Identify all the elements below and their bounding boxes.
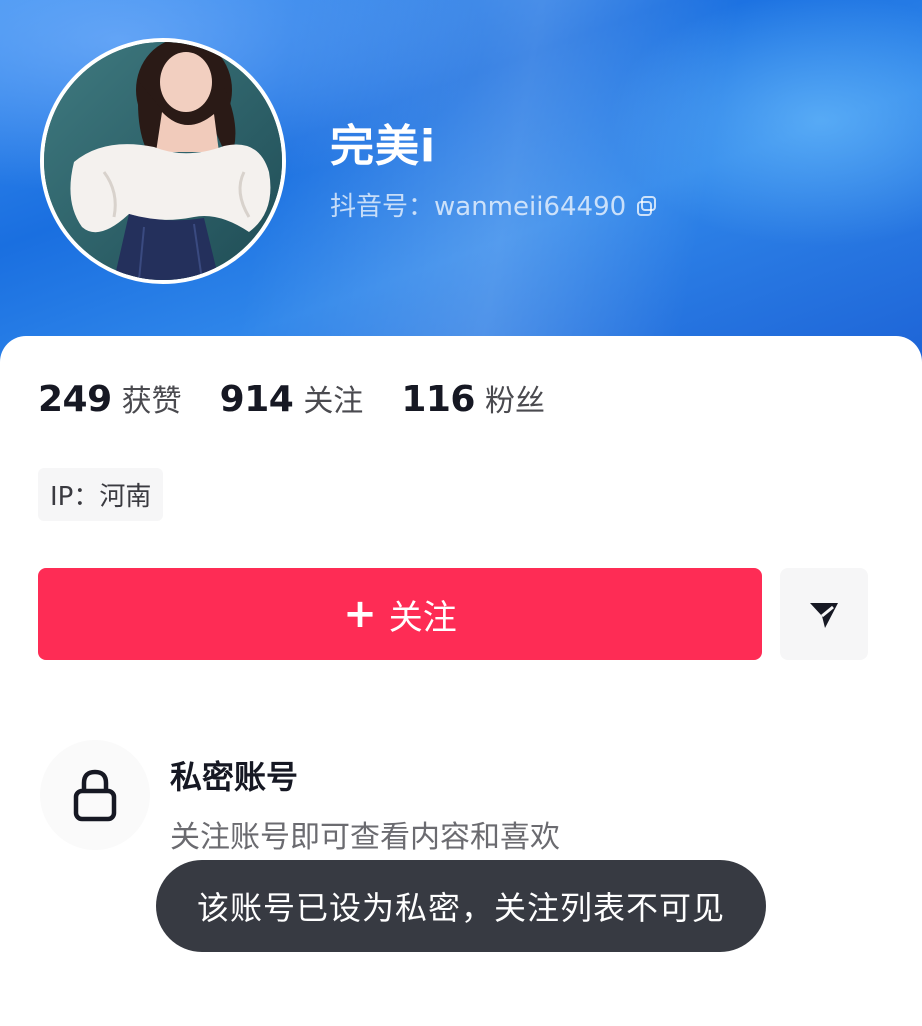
lock-badge	[40, 740, 150, 850]
send-message-button[interactable]	[780, 568, 868, 660]
stat-label: 获赞	[121, 384, 182, 419]
ip-location-tag: IP：河南	[38, 468, 164, 521]
stat-value: 914	[219, 379, 294, 420]
stat-label: 关注	[303, 384, 364, 419]
douyin-id-text: 抖音号：wanmeii64490	[330, 192, 627, 222]
plus-icon: +	[343, 591, 377, 637]
stat-value: 249	[38, 379, 112, 420]
douyin-id-row: 抖音号：wanmeii64490	[330, 186, 658, 223]
copy-icon[interactable]	[636, 194, 658, 216]
stat-likes[interactable]: 249 获赞	[38, 376, 182, 420]
profile-page: 完美i 抖音号：wanmeii64490 249 获赞 914 关注 116 粉…	[0, 0, 922, 1026]
username: 完美i	[330, 121, 437, 172]
follow-label: 关注	[388, 597, 457, 638]
stat-following[interactable]: 914 关注	[220, 376, 364, 420]
toast-message: 该账号已设为私密，关注列表不可见	[156, 860, 766, 952]
stats-row: 249 获赞 914 关注 116 粉丝	[38, 376, 583, 420]
send-arrow-icon	[810, 603, 838, 628]
private-account-title: 私密账号	[170, 758, 299, 796]
avatar[interactable]	[40, 38, 286, 284]
lock-icon	[73, 769, 117, 822]
avatar-photo	[44, 42, 282, 280]
stat-followers[interactable]: 116 粉丝	[401, 376, 545, 420]
follow-button[interactable]: + 关注	[38, 568, 762, 660]
private-account-description: 关注账号即可查看内容和喜欢	[170, 820, 560, 855]
stat-label: 粉丝	[484, 384, 545, 419]
stat-value: 116	[401, 379, 475, 420]
